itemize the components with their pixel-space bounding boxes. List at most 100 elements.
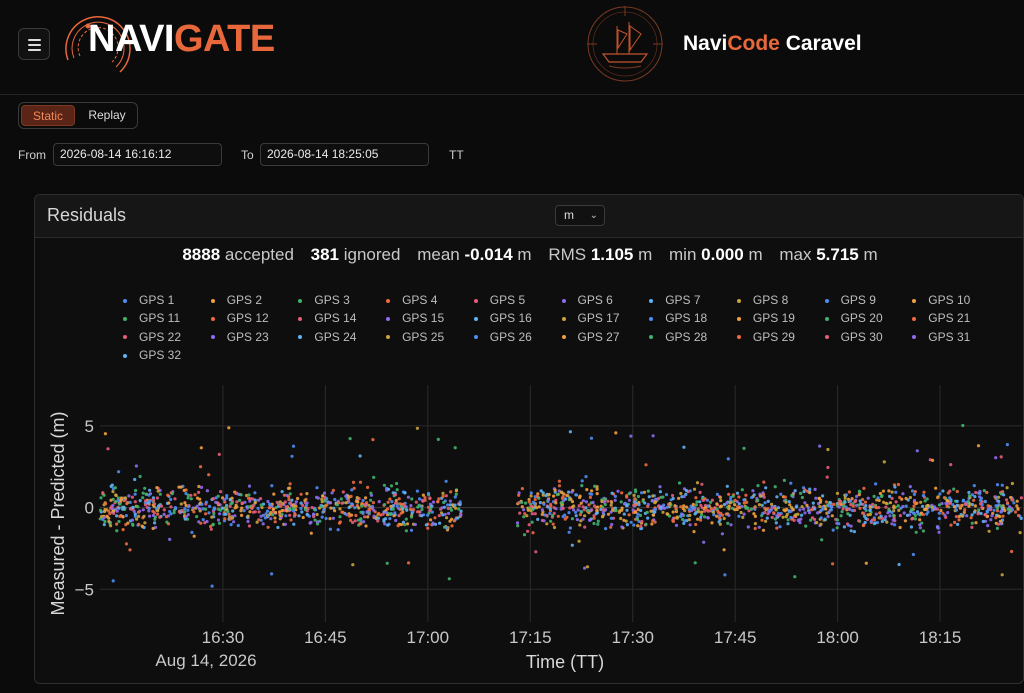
data-point [679, 505, 683, 509]
data-point [847, 523, 851, 527]
data-point [453, 503, 457, 507]
data-point [426, 491, 431, 496]
data-point [931, 458, 935, 462]
data-point [726, 457, 730, 461]
data-point [522, 508, 526, 512]
data-point [137, 514, 141, 519]
data-point [271, 507, 275, 511]
data-point [576, 508, 580, 512]
data-point [894, 500, 898, 504]
data-point [620, 508, 624, 512]
data-point [614, 431, 618, 435]
data-point [821, 505, 825, 509]
data-point [757, 525, 761, 529]
data-point [157, 504, 161, 508]
data-point [973, 495, 977, 499]
data-point [637, 503, 641, 507]
data-point [312, 512, 316, 516]
data-point [857, 493, 861, 497]
data-point [167, 501, 171, 505]
data-point [700, 510, 704, 514]
data-point [816, 511, 820, 515]
data-point [695, 500, 699, 504]
data-point [871, 502, 875, 506]
data-point [583, 566, 587, 570]
data-point [595, 492, 599, 496]
data-point [530, 520, 534, 524]
data-point [274, 506, 278, 510]
data-point [523, 512, 527, 516]
data-point [787, 500, 791, 504]
data-point [753, 526, 757, 531]
data-point [744, 505, 748, 509]
data-point [403, 491, 407, 495]
data-point [955, 499, 959, 503]
data-point [792, 518, 796, 523]
data-point [948, 496, 952, 500]
data-point [720, 532, 725, 536]
data-point [333, 497, 337, 502]
data-point [692, 530, 696, 534]
data-point [561, 506, 565, 511]
data-point [864, 561, 868, 565]
data-point [922, 490, 926, 494]
data-point [299, 506, 303, 511]
data-point [146, 501, 150, 505]
data-point [752, 506, 757, 510]
data-point [168, 537, 172, 542]
data-point [590, 489, 594, 493]
data-point [228, 498, 232, 502]
data-point [531, 531, 535, 535]
data-point [350, 502, 354, 506]
data-point [337, 521, 342, 525]
data-point [967, 490, 971, 495]
data-point [826, 515, 830, 519]
data-point [208, 504, 212, 508]
data-point [784, 515, 788, 519]
data-point [632, 493, 636, 497]
data-point [879, 494, 884, 499]
data-point [782, 478, 787, 482]
data-point [613, 494, 618, 498]
data-point [263, 516, 267, 520]
data-point [283, 500, 287, 504]
data-point [651, 513, 656, 517]
data-point [831, 562, 835, 566]
data-point [560, 496, 565, 500]
data-point [234, 503, 238, 507]
data-point [944, 501, 948, 505]
data-point [837, 502, 841, 506]
data-point [677, 496, 681, 500]
data-point [305, 492, 309, 496]
data-point [744, 493, 748, 497]
data-point [864, 504, 868, 508]
data-point [352, 486, 356, 490]
data-point [148, 514, 152, 518]
data-point [825, 475, 829, 479]
data-point [803, 501, 807, 505]
data-point [381, 512, 385, 516]
data-point [567, 530, 571, 534]
data-point [954, 508, 959, 512]
data-point [892, 514, 896, 518]
data-point [976, 444, 981, 448]
data-point [182, 488, 186, 492]
data-point [798, 521, 802, 525]
data-point [551, 522, 555, 526]
data-point [582, 508, 586, 512]
data-point [742, 512, 746, 516]
data-point [340, 501, 344, 505]
data-point [978, 498, 983, 502]
data-point [99, 496, 103, 500]
data-point [862, 486, 866, 490]
data-point [287, 495, 291, 499]
data-point [220, 506, 224, 510]
data-point [596, 522, 600, 526]
data-point [397, 497, 401, 501]
data-point [888, 514, 892, 518]
data-point [762, 492, 766, 497]
data-point [447, 511, 451, 515]
data-point [898, 495, 902, 500]
data-point [359, 510, 363, 514]
data-point [770, 502, 774, 506]
